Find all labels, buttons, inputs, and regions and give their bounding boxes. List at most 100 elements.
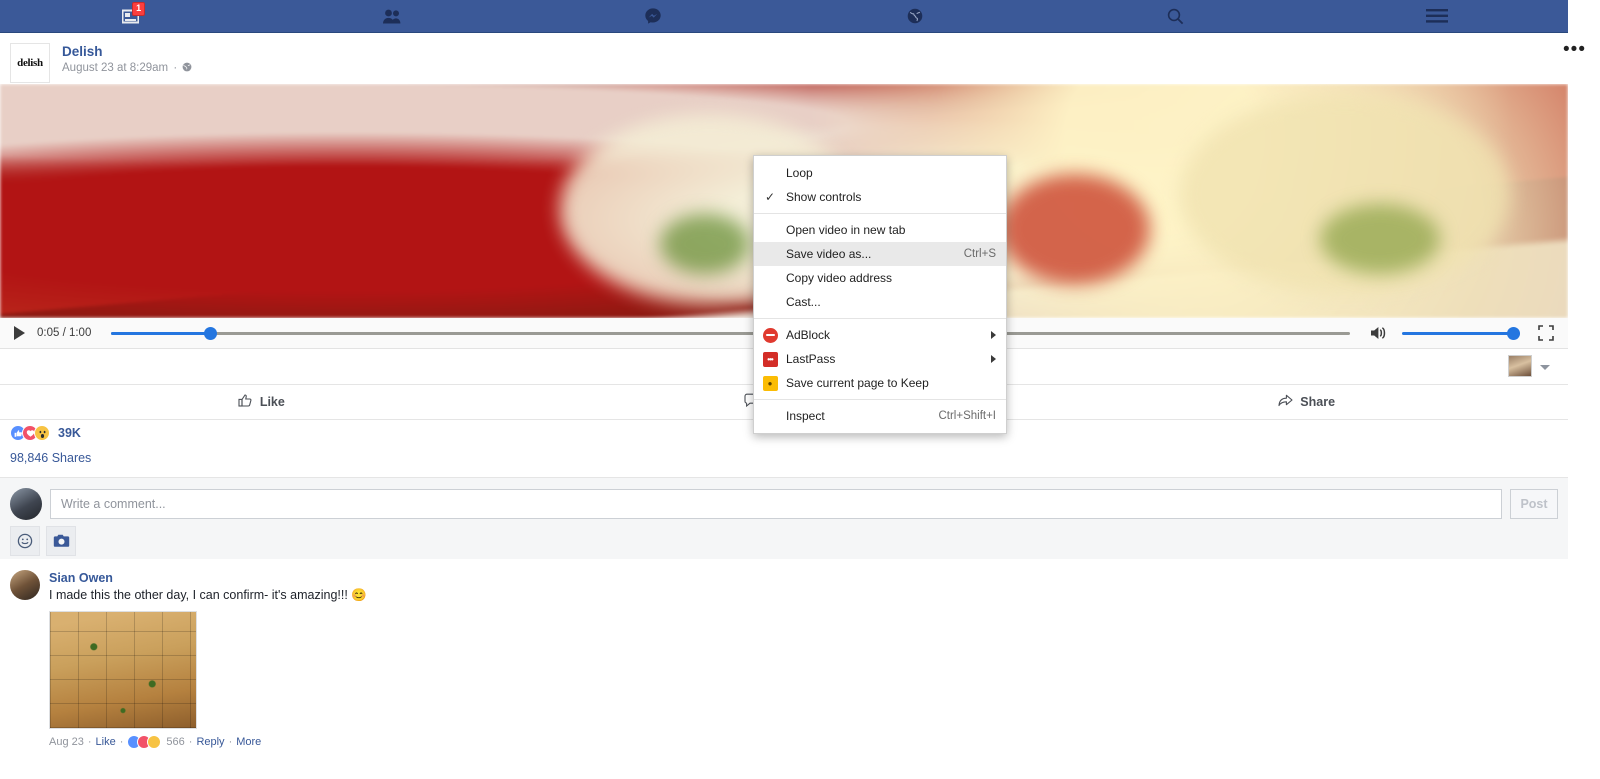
post-header-text: Delish August 23 at 8:29am · xyxy=(62,43,192,76)
fullscreen-icon[interactable] xyxy=(1538,325,1554,341)
share-arrow-icon xyxy=(1278,393,1293,411)
post-options-button[interactable]: ••• xyxy=(1563,40,1586,59)
newsfeed-badge: 1 xyxy=(132,1,146,16)
like-button[interactable]: Like xyxy=(0,385,523,419)
like-button-label: Like xyxy=(259,395,285,409)
comment-thread: Sian Owen I made this the other day, I c… xyxy=(0,562,1568,757)
nav-item-messenger[interactable] xyxy=(523,0,784,33)
comment-like-link[interactable]: Like xyxy=(96,736,116,748)
footer-sep-4: · xyxy=(228,736,233,748)
video-blob-tomato xyxy=(1000,174,1150,284)
post-timestamp[interactable]: August 23 at 8:29am xyxy=(62,62,168,74)
comment-input[interactable]: Write a comment... xyxy=(50,489,1502,519)
context-menu-icon-slot: ••• xyxy=(754,351,786,367)
camera-icon[interactable] xyxy=(46,526,76,556)
seek-fill xyxy=(111,331,211,335)
submenu-arrow-icon xyxy=(991,331,996,339)
video-blob-herb xyxy=(660,214,750,274)
context-menu-item-loop[interactable]: Loop xyxy=(754,161,1006,185)
menu-hamburger-icon xyxy=(1426,9,1449,23)
context-menu-separator xyxy=(754,213,1006,214)
post-comment-button[interactable]: Post xyxy=(1510,489,1558,519)
context-menu-item-label: Cast... xyxy=(786,295,821,309)
checkmark-icon: ✓ xyxy=(764,190,776,204)
lastpass-icon: ••• xyxy=(762,351,778,367)
friend-requests-icon xyxy=(382,9,402,24)
post-meta: August 23 at 8:29am · xyxy=(62,61,192,76)
context-menu-icon-slot: ● xyxy=(754,375,786,391)
comment-date[interactable]: Aug 23 xyxy=(49,736,84,748)
comment-composer: Write a comment... Post xyxy=(0,477,1568,559)
context-menu-item-save-video-as[interactable]: Save video as... Ctrl+S xyxy=(754,242,1006,266)
submenu-arrow-icon xyxy=(991,355,996,363)
nav-item-newsfeed[interactable]: 1 xyxy=(0,0,261,33)
context-menu-item-label: Loop xyxy=(786,166,813,180)
messenger-icon xyxy=(645,8,662,24)
emoji-smiley-icon[interactable] xyxy=(10,526,40,556)
top-navigation-bar: 1 xyxy=(0,0,1568,33)
seek-handle[interactable] xyxy=(204,326,218,340)
volume-handle[interactable] xyxy=(1507,326,1520,340)
browser-context-menu[interactable]: Loop ✓ Show controls Open video in new tab S… xyxy=(753,155,1007,434)
comment-more-link[interactable]: More xyxy=(236,736,261,748)
seek-track xyxy=(111,331,1350,335)
reaction-wow-icon[interactable] xyxy=(34,425,50,441)
context-menu-separator xyxy=(754,399,1006,400)
comment-reply-link[interactable]: Reply xyxy=(196,736,224,748)
chevron-down-icon[interactable] xyxy=(1540,365,1550,370)
speaker-on-icon[interactable] xyxy=(1370,325,1388,341)
comment-reaction-count[interactable]: 566 xyxy=(166,736,184,748)
notifications-globe-icon xyxy=(907,8,923,24)
context-menu-item-label: Save video as... xyxy=(786,247,872,261)
nav-item-notifications[interactable] xyxy=(784,0,1045,33)
comment-item: Sian Owen I made this the other day, I c… xyxy=(10,570,1558,757)
comment-author-name[interactable]: Sian Owen xyxy=(49,570,1558,586)
context-menu-item-shortcut: Ctrl+S xyxy=(963,248,996,260)
play-button[interactable] xyxy=(14,326,25,340)
comment-reaction-wow-icon[interactable] xyxy=(147,735,162,749)
context-menu-item-open-video-in-new-tab[interactable]: Open video in new tab xyxy=(754,218,1006,242)
newsfeed-icon: 1 xyxy=(121,1,146,24)
context-menu-item-shortcut: Ctrl+Shift+I xyxy=(938,410,996,422)
nav-item-menu[interactable] xyxy=(1307,0,1568,33)
context-menu-item-label: Open video in new tab xyxy=(786,223,906,237)
context-menu-icon-slot xyxy=(754,327,786,343)
context-menu-item-cast[interactable]: Cast... xyxy=(754,290,1006,314)
comment-attached-photo[interactable] xyxy=(49,611,197,729)
video-blob-herb-2 xyxy=(1320,204,1440,274)
context-menu-item-save-current-page-to-keep[interactable]: ● Save current page to Keep xyxy=(754,371,1006,395)
video-thumbnail-preview[interactable] xyxy=(1508,355,1532,377)
context-menu-item-lastpass[interactable]: ••• LastPass xyxy=(754,347,1006,371)
adblock-icon xyxy=(762,327,778,343)
comment-author-avatar[interactable] xyxy=(10,570,40,600)
facebook-video-post-page: 1 delish Delish August 23 at 8:29am · ••… xyxy=(0,0,1600,779)
reaction-count[interactable]: 39K xyxy=(58,426,81,440)
current-user-avatar[interactable] xyxy=(10,488,42,520)
share-button[interactable]: Share xyxy=(1045,385,1568,419)
composer-row: Write a comment... Post xyxy=(10,488,1558,520)
volume-track xyxy=(1402,331,1520,335)
footer-sep-2: · xyxy=(119,736,124,748)
thumbs-up-icon xyxy=(238,393,253,411)
page-name[interactable]: Delish xyxy=(62,44,192,60)
context-menu-item-show-controls[interactable]: ✓ Show controls xyxy=(754,185,1006,209)
context-menu-item-inspect[interactable]: Inspect Ctrl+Shift+I xyxy=(754,404,1006,428)
nav-item-friend-requests[interactable] xyxy=(261,0,522,33)
nav-item-search[interactable] xyxy=(1045,0,1306,33)
video-seek-bar[interactable] xyxy=(111,326,1350,340)
context-menu-item-label: LastPass xyxy=(786,352,836,366)
context-menu-separator xyxy=(754,318,1006,319)
context-menu-item-label: Show controls xyxy=(786,190,862,204)
share-button-label: Share xyxy=(1300,395,1336,409)
footer-sep-1: · xyxy=(87,736,92,748)
context-menu-item-label: Inspect xyxy=(786,409,825,423)
context-menu-item-adblock[interactable]: AdBlock xyxy=(754,323,1006,347)
context-menu-item-copy-video-address[interactable]: Copy video address xyxy=(754,266,1006,290)
page-avatar[interactable]: delish xyxy=(10,43,50,83)
volume-slider[interactable] xyxy=(1402,326,1520,340)
shares-count[interactable]: 98,846 Shares xyxy=(10,451,91,465)
shares-bar: 98,846 Shares xyxy=(0,449,1568,475)
comment-text: I made this the other day, I can confirm… xyxy=(49,588,367,602)
globe-icon[interactable] xyxy=(182,62,192,74)
search-icon xyxy=(1167,8,1184,25)
